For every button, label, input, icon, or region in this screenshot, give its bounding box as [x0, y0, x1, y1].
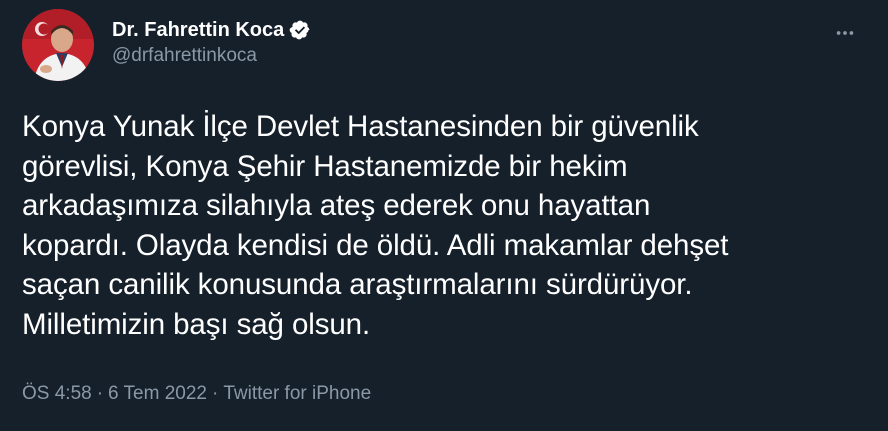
tweet-text-line: Konya Yunak İlçe Devlet Hastanesinden bi…: [22, 110, 699, 143]
more-options-button[interactable]: [830, 18, 860, 48]
tweet-card: Dr. Fahrettin Koca @drfahrettinkoca Kony…: [0, 0, 888, 431]
tweet-text-line: saçan canilik konusunda araştırmalarını …: [22, 268, 693, 301]
tweet-meta: ÖS 4:58 · 6 Tem 2022 · Twitter for iPhone: [22, 383, 371, 405]
avatar[interactable]: [22, 9, 94, 81]
tweet-text-line: Milletimizin başı sağ olsun.: [22, 307, 371, 341]
tweet-source[interactable]: Twitter for iPhone: [223, 383, 371, 404]
tweet-date[interactable]: 6 Tem 2022: [108, 383, 207, 404]
tweet-text: Konya Yunak İlçe Devlet Hastanesinden bi…: [22, 107, 872, 344]
tweet-time[interactable]: ÖS 4:58: [22, 383, 92, 404]
meta-separator: ·: [212, 383, 219, 404]
tweet-text-line: görevlisi, Konya Şehir Hastanemizde bir …: [22, 149, 628, 183]
verified-badge-icon: [289, 19, 311, 41]
tweet-text-line: arkadaşımıza silahıyla ateş ederek onu h…: [22, 189, 651, 222]
author-names: Dr. Fahrettin Koca @drfahrettinkoca: [112, 17, 311, 67]
display-name[interactable]: Dr. Fahrettin Koca: [112, 19, 284, 42]
display-name-row: Dr. Fahrettin Koca: [112, 17, 311, 43]
avatar-photo-icon: [22, 9, 94, 81]
author-handle[interactable]: @drfahrettinkoca: [112, 45, 311, 67]
more-horizontal-icon: [836, 31, 854, 35]
meta-separator: ·: [96, 383, 104, 404]
tweet-header: Dr. Fahrettin Koca @drfahrettinkoca: [22, 9, 870, 81]
tweet-text-line: kopardı. Olayda kendisi de öldü. Adli ma…: [22, 228, 729, 262]
